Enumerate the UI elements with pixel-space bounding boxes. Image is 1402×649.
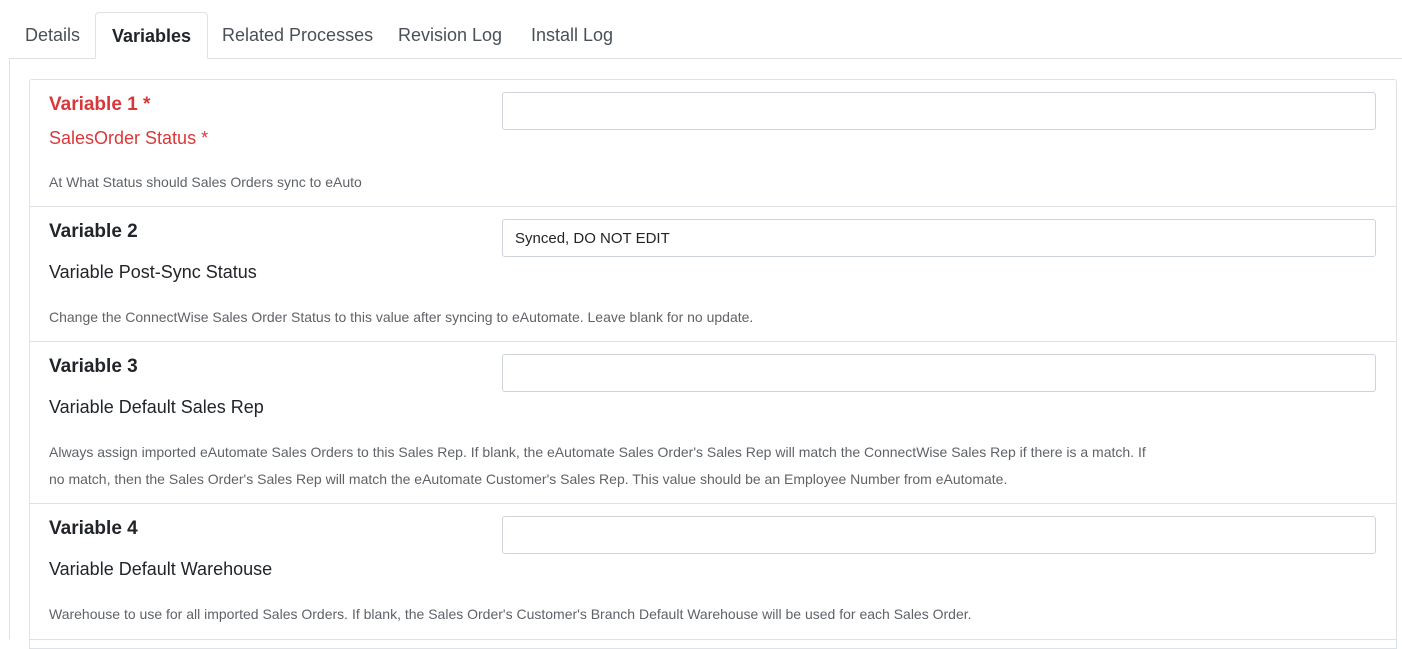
variable-title: Variable 2: [49, 221, 138, 242]
variable-row-3: Variable 3 Variable Default Sales Rep Al…: [30, 342, 1396, 504]
variable-name: Variable Post-Sync Status: [49, 262, 257, 282]
variable-description-line: no match, then the Sales Order's Sales R…: [49, 471, 1008, 487]
variable-2-input[interactable]: [502, 219, 1376, 257]
variable-row-4: Variable 4 Variable Default Warehouse Wa…: [30, 504, 1396, 640]
variable-3-input[interactable]: [502, 354, 1376, 392]
variable-name: SalesOrder Status *: [49, 128, 209, 148]
variable-title: Variable 4: [49, 518, 138, 539]
variable-1-input[interactable]: [502, 92, 1376, 130]
tab-bar: Details Variables Related Processes Revi…: [9, 12, 1402, 59]
variable-description: Always assign imported eAutomate Sales O…: [49, 439, 1179, 493]
tab-revision-log[interactable]: Revision Log: [382, 12, 518, 58]
variable-4-input[interactable]: [502, 516, 1376, 554]
variable-row-1: Variable 1 * SalesOrder Status * At What…: [30, 80, 1396, 207]
variable-description: At What Status should Sales Orders sync …: [49, 174, 362, 190]
variable-description: Warehouse to use for all imported Sales …: [49, 606, 972, 622]
variable-title: Variable 3: [49, 356, 138, 377]
variable-row-2: Variable 2 Variable Post-Sync Status Cha…: [30, 207, 1396, 342]
tab-variables[interactable]: Variables: [95, 12, 209, 59]
variable-name: Variable Default Warehouse: [49, 559, 273, 579]
tab-install-log[interactable]: Install Log: [515, 12, 629, 58]
variable-description-line: Always assign imported eAutomate Sales O…: [49, 444, 1146, 460]
tab-related-processes[interactable]: Related Processes: [206, 12, 389, 58]
tab-details[interactable]: Details: [9, 12, 96, 58]
variable-description: Change the ConnectWise Sales Order Statu…: [49, 309, 754, 325]
variable-title: Variable 1 *: [49, 94, 151, 115]
variable-name: Variable Default Sales Rep: [49, 397, 264, 417]
variables-card: Variable 1 * SalesOrder Status * At What…: [29, 79, 1397, 649]
